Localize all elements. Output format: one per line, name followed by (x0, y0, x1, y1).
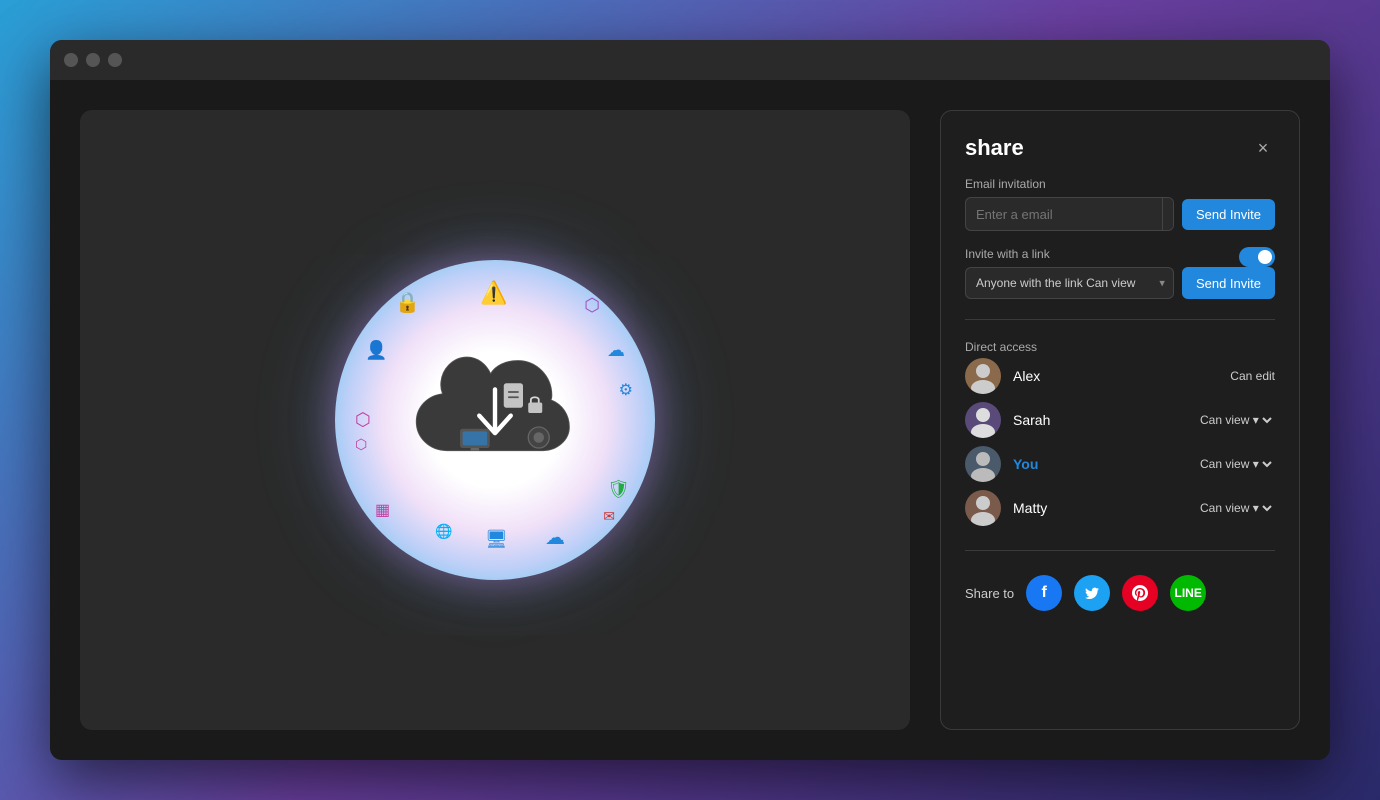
link-section: Invite with a link Anyone with the link … (965, 247, 1275, 299)
direct-access-section: Direct access Alex Can edit Sarah (965, 340, 1275, 530)
hex2-icon: ⬡ (355, 436, 367, 453)
line-share-button[interactable]: LINE (1170, 575, 1206, 611)
link-permission-select[interactable]: Anyone with the link Can view Anyone wit… (966, 268, 1173, 298)
app-window: 🔒 ⚠️ ⬡ 👤 ☁ ⬡ ⬡ ▦ 🌐 🖥 ☁ ✉ 🛡 ⚙ (50, 40, 1330, 760)
hex-icon: ⬡ (355, 410, 371, 431)
email-input[interactable] (966, 199, 1162, 230)
minimize-traffic-light[interactable] (86, 53, 100, 67)
avatar-alex (965, 358, 1001, 394)
cloud3-icon: ⚙ (619, 380, 633, 400)
user-name-you: You (1013, 456, 1184, 472)
link-toggle[interactable] (1239, 247, 1275, 267)
share-to-row: Share to f LINE (965, 575, 1275, 611)
user-row-you: You Can view ▾ Can edit (965, 442, 1275, 486)
grid-icon: ▦ (375, 500, 390, 520)
pinterest-share-button[interactable] (1122, 575, 1158, 611)
cloud2-icon: ☁ (545, 525, 565, 550)
user-name-alex: Alex (1013, 368, 1218, 384)
close-button[interactable]: × (1251, 136, 1275, 160)
share-panel: share × Email invitation can view can ed… (940, 110, 1300, 730)
link-label: Invite with a link (965, 247, 1050, 261)
settings-icon: ⬡ (584, 295, 600, 316)
email-label: Email invitation (965, 177, 1275, 191)
user-row-matty: Matty Can view ▾ Can edit (965, 486, 1275, 530)
perm-select-you[interactable]: Can view ▾ Can edit (1196, 456, 1275, 472)
cloud-icon: ☁ (607, 340, 625, 361)
avatar-you (965, 446, 1001, 482)
email-permission-select[interactable]: can view can edit (1162, 198, 1174, 230)
email-section: Email invitation can view can edit Send … (965, 177, 1275, 231)
direct-access-label: Direct access (965, 340, 1275, 354)
shield-icon: 🛡 (607, 479, 630, 500)
facebook-share-button[interactable]: f (1026, 575, 1062, 611)
perm-select-sarah[interactable]: Can view ▾ Can edit (1196, 412, 1275, 428)
email-icon: ✉ (603, 508, 615, 525)
monitor-icon: 🖥 (485, 529, 508, 550)
user-name-sarah: Sarah (1013, 412, 1184, 428)
user-row-sarah: Sarah Can view ▾ Can edit (965, 398, 1275, 442)
avatar-matty (965, 490, 1001, 526)
link-select-row: Anyone with the link Can view Anyone wit… (965, 267, 1275, 299)
globe-icon: 🌐 (435, 523, 452, 540)
close-traffic-light[interactable] (64, 53, 78, 67)
perm-select-matty[interactable]: Can view ▾ Can edit (1196, 500, 1275, 516)
user-name-matty: Matty (1013, 500, 1184, 516)
share-header: share × (965, 135, 1275, 161)
send-invite-email-button[interactable]: Send Invite (1182, 199, 1275, 230)
link-select-wrap: Anyone with the link Can view Anyone wit… (965, 267, 1174, 299)
user-icon: 👤 (365, 340, 387, 361)
divider-2 (965, 550, 1275, 551)
avatar-sarah (965, 402, 1001, 438)
lock-icon: 🔒 (395, 290, 420, 315)
share-to-label: Share to (965, 586, 1014, 601)
twitter-share-button[interactable] (1074, 575, 1110, 611)
user-row-alex: Alex Can edit (965, 354, 1275, 398)
email-row: can view can edit Send Invite (965, 197, 1275, 231)
preview-panel: 🔒 ⚠️ ⬡ 👤 ☁ ⬡ ⬡ ▦ 🌐 🖥 ☁ ✉ 🛡 ⚙ (80, 110, 910, 730)
cloud-circle-graphic: 🔒 ⚠️ ⬡ 👤 ☁ ⬡ ⬡ ▦ 🌐 🖥 ☁ ✉ 🛡 ⚙ (335, 260, 655, 580)
divider-1 (965, 319, 1275, 320)
link-toggle-row: Invite with a link (965, 247, 1275, 267)
share-title: share (965, 135, 1024, 161)
maximize-traffic-light[interactable] (108, 53, 122, 67)
email-input-wrap: can view can edit (965, 197, 1174, 231)
cloud-download-svg (405, 350, 585, 490)
content-area: 🔒 ⚠️ ⬡ 👤 ☁ ⬡ ⬡ ▦ 🌐 🖥 ☁ ✉ 🛡 ⚙ (50, 80, 1330, 760)
send-invite-link-button[interactable]: Send Invite (1182, 267, 1275, 299)
titlebar (50, 40, 1330, 80)
warning-icon: ⚠️ (480, 280, 507, 306)
perm-alex: Can edit (1230, 369, 1275, 383)
